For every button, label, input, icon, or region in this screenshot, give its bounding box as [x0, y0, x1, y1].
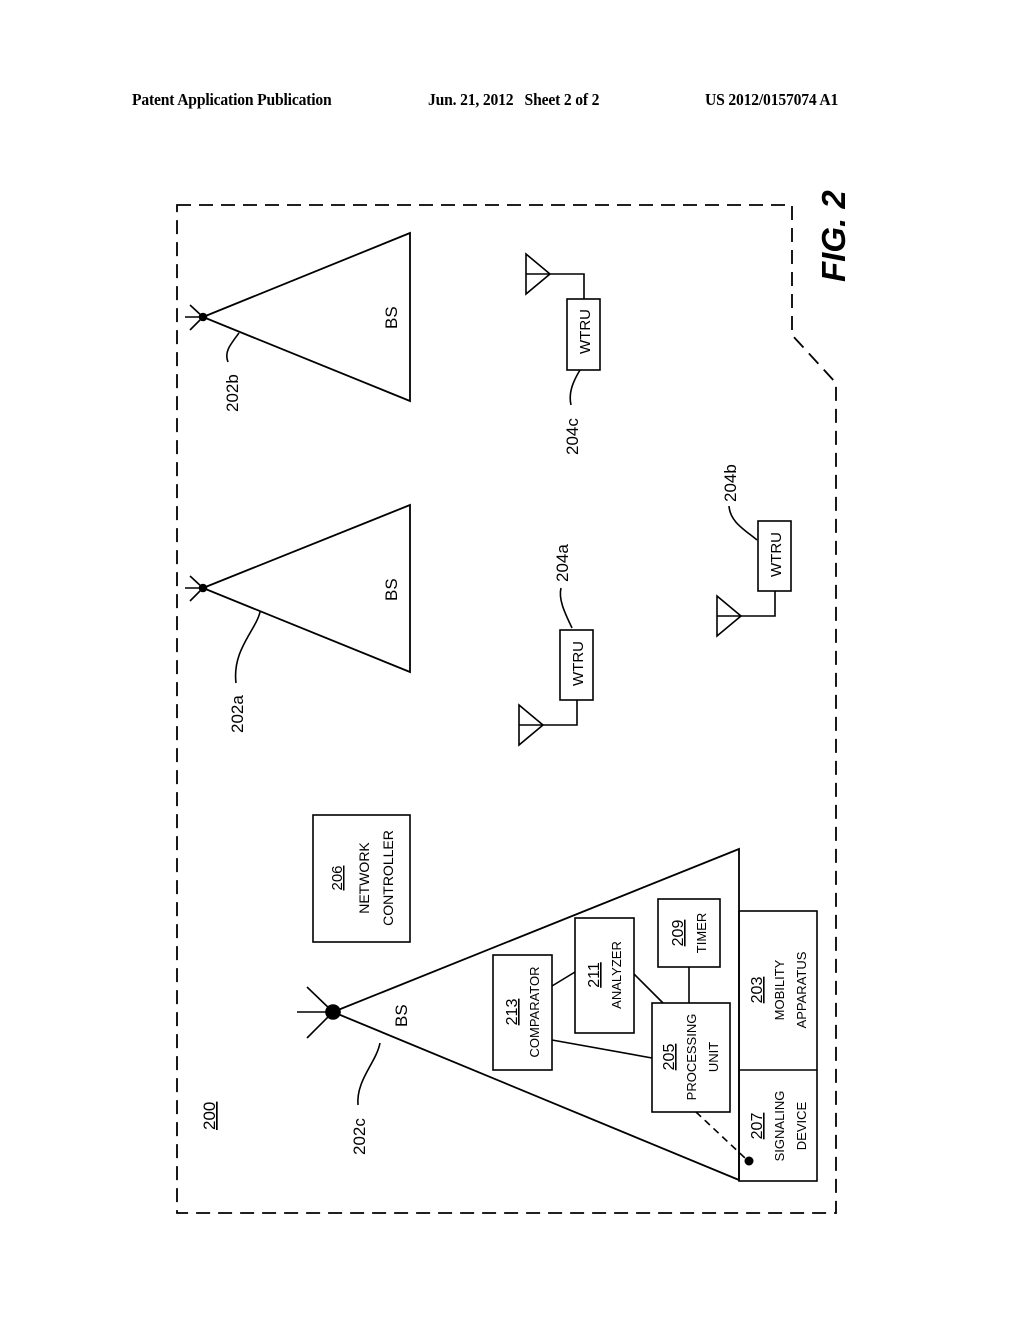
base-station-202b: [185, 231, 411, 403]
timer-label: TIMER: [694, 913, 709, 953]
processing-unit-line2: UNIT: [706, 1042, 721, 1072]
timer-ref: 209: [670, 920, 687, 947]
link-comparator-analyzer: [551, 971, 576, 987]
leader-line: [357, 1042, 381, 1106]
ref-202b: 202b: [223, 374, 242, 412]
ref-202a: 202a: [228, 695, 247, 733]
analyzer-box: [574, 917, 635, 1034]
wtru-label-204c: WTRU: [577, 309, 594, 354]
network-controller-ref: 206: [329, 865, 346, 890]
ref-202c: 202c: [350, 1118, 369, 1155]
antenna-node-icon: [325, 1004, 341, 1020]
analyzer-ref: 211: [586, 962, 603, 988]
mobility-apparatus-line2: APPARATUS: [794, 951, 809, 1028]
leader-line: [225, 332, 240, 363]
processing-unit-ref: 205: [661, 1044, 678, 1071]
base-station-202a: [185, 503, 411, 684]
leader-line: [559, 587, 573, 629]
link-comparator-processing: [551, 1039, 653, 1059]
signaling-node-icon: [744, 1156, 754, 1166]
system-ref: 200: [200, 1102, 219, 1130]
processing-unit-line1: PROCESSING: [684, 1014, 699, 1101]
bs-label-202a: BS: [382, 578, 401, 601]
wtru-label-204b: WTRU: [768, 532, 785, 577]
timer-box: [657, 898, 721, 968]
antenna-node-icon: [198, 312, 208, 322]
network-controller-line1: NETWORK: [356, 842, 372, 914]
link-processing-signaling: [695, 1111, 746, 1159]
comparator-label: COMPARATOR: [527, 966, 542, 1057]
ref-204c: 204c: [563, 418, 582, 455]
link-analyzer-processing: [633, 973, 664, 1004]
leader-line: [234, 611, 261, 684]
leader-line: [569, 369, 581, 406]
ref-204a: 204a: [553, 544, 572, 582]
comparator-ref: 213: [504, 999, 521, 1026]
figure-2-diagram: FIG. 2 200 BS BS BS 202b 202a 202c WTRU …: [176, 190, 852, 1214]
leader-line: [728, 505, 758, 541]
comparator-box: [492, 954, 553, 1071]
analyzer-label: ANALYZER: [609, 941, 624, 1009]
signaling-device-line1: SIGNALING: [772, 1091, 787, 1162]
signaling-device-line2: DEVICE: [794, 1101, 809, 1150]
bs-label-202b: BS: [382, 306, 401, 329]
signaling-device-ref: 207: [749, 1113, 766, 1140]
mobility-apparatus-line1: MOBILITY: [772, 959, 787, 1020]
bs-label-202c: BS: [392, 1004, 411, 1027]
antenna-node-icon: [198, 583, 208, 593]
system-boundary: [176, 204, 837, 1214]
network-controller-line2: CONTROLLER: [380, 830, 396, 926]
mobility-apparatus-ref: 203: [749, 977, 766, 1004]
ref-204b: 204b: [721, 464, 740, 502]
wtru-label-204a: WTRU: [570, 641, 587, 686]
figure-title: FIG. 2: [815, 190, 852, 282]
